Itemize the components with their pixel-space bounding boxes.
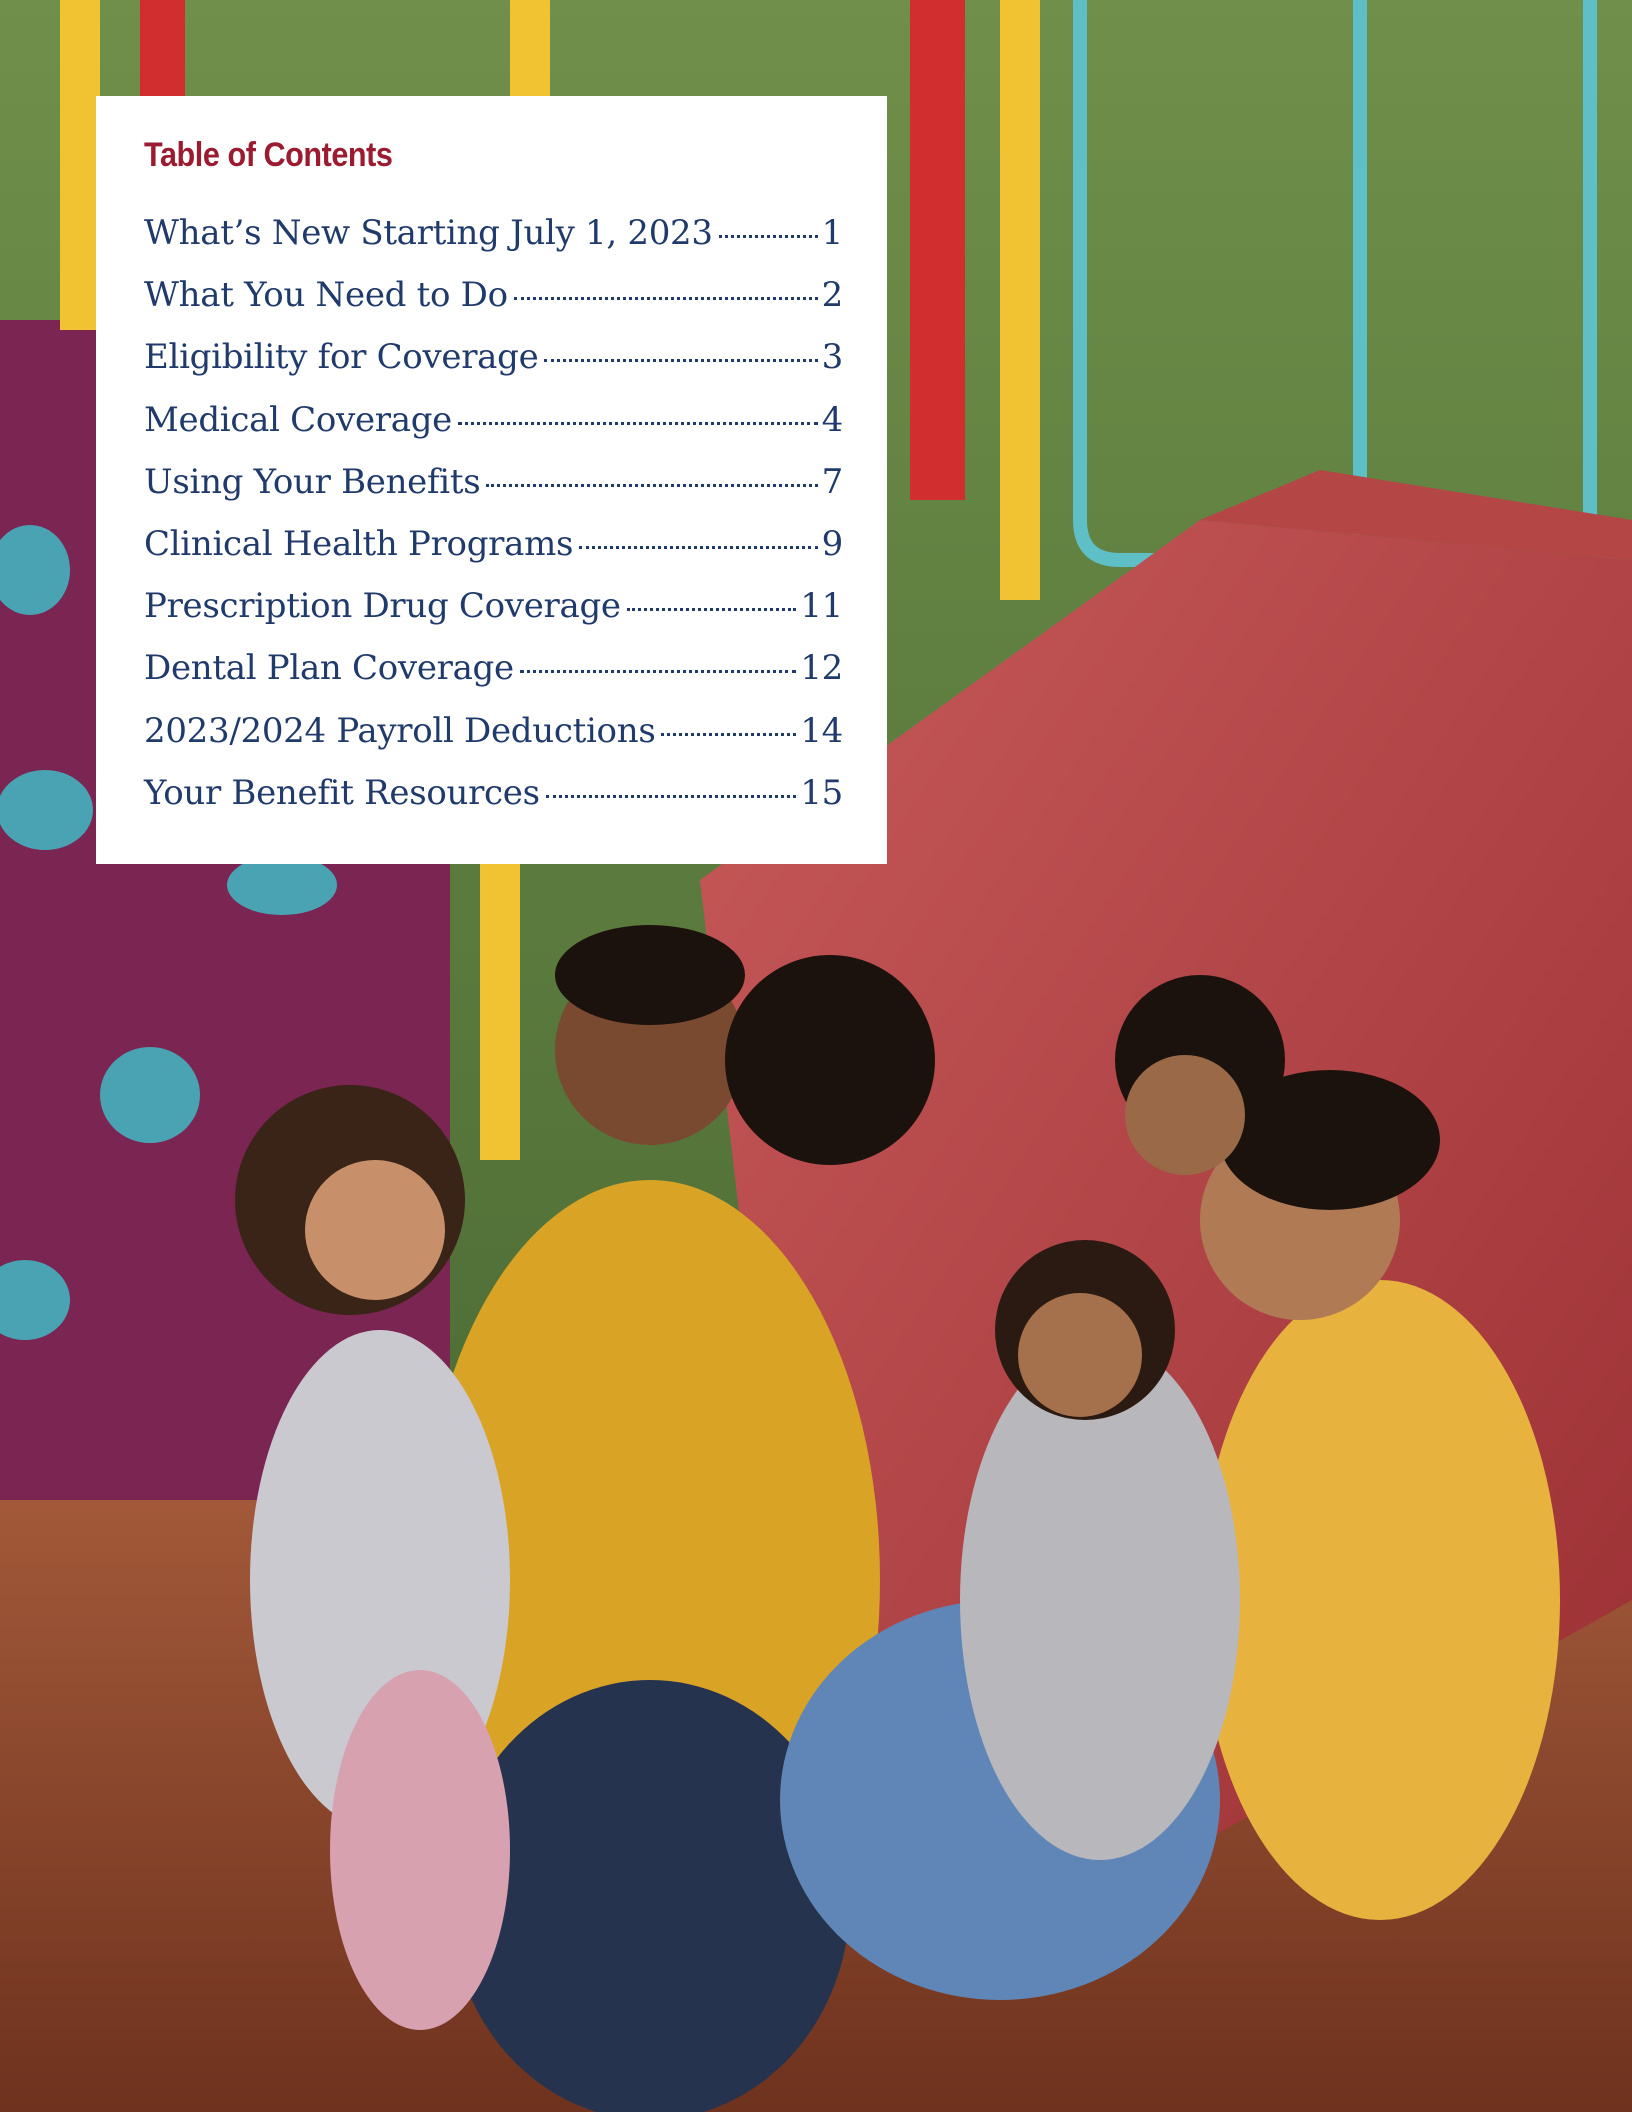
toc-entry-page: 12 — [800, 648, 843, 689]
toc-title: Table of Contents — [144, 136, 393, 174]
toc-entry-page: 9 — [821, 523, 844, 564]
toc-entry-label: Using Your Benefits — [144, 461, 481, 502]
dot-leader — [544, 359, 818, 363]
table-of-contents-panel: Table of Contents What’s New Starting Ju… — [96, 96, 887, 864]
toc-entry-what-you-need-to-do[interactable]: What You Need to Do 2 — [144, 275, 843, 337]
toc-entry-label: What’s New Starting July 1, 2023 — [144, 213, 713, 253]
dot-leader — [458, 421, 818, 425]
dot-leader — [579, 545, 818, 549]
dot-leader — [486, 483, 818, 487]
toc-entry-medical-coverage[interactable]: Medical Coverage 4 — [144, 400, 843, 462]
dot-leader — [661, 732, 797, 736]
toc-entry-page: 4 — [821, 399, 844, 440]
dot-leader — [545, 794, 797, 798]
toc-entry-page: 3 — [821, 337, 844, 378]
dot-leader — [519, 670, 797, 674]
toc-entry-using-your-benefits[interactable]: Using Your Benefits 7 — [144, 462, 843, 524]
toc-entry-label: Your Benefit Resources — [144, 772, 540, 813]
toc-entry-page: 2 — [821, 275, 844, 316]
toc-list: What’s New Starting July 1, 2023 1 What … — [144, 213, 843, 835]
toc-entry-dental-plan-coverage[interactable]: Dental Plan Coverage 12 — [144, 648, 843, 710]
dot-leader — [718, 235, 818, 238]
toc-entry-label: Eligibility for Coverage — [144, 337, 539, 378]
toc-entry-prescription-drug-coverage[interactable]: Prescription Drug Coverage 11 — [144, 586, 843, 648]
toc-entry-label: What You Need to Do — [144, 275, 508, 316]
toc-entry-label: Dental Plan Coverage — [144, 648, 514, 689]
dot-leader — [513, 297, 818, 301]
toc-entry-page: 15 — [800, 772, 843, 813]
toc-entry-label: Clinical Health Programs — [144, 523, 574, 564]
dot-leader — [626, 608, 797, 612]
toc-entry-label: Prescription Drug Coverage — [144, 586, 621, 627]
toc-entry-benefit-resources[interactable]: Your Benefit Resources 15 — [144, 773, 843, 835]
toc-entry-page: 14 — [800, 710, 843, 751]
toc-entry-label: 2023/2024 Payroll Deductions — [144, 710, 656, 751]
toc-entry-page: 11 — [800, 586, 843, 627]
toc-entry-page: 7 — [821, 461, 844, 502]
toc-entry-label: Medical Coverage — [144, 399, 452, 440]
toc-entry-payroll-deductions[interactable]: 2023/2024 Payroll Deductions 14 — [144, 711, 843, 773]
toc-entry-page: 1 — [821, 213, 844, 253]
toc-entry-whats-new[interactable]: What’s New Starting July 1, 2023 1 — [144, 213, 843, 275]
toc-entry-clinical-health-programs[interactable]: Clinical Health Programs 9 — [144, 524, 843, 586]
toc-entry-eligibility[interactable]: Eligibility for Coverage 3 — [144, 337, 843, 399]
